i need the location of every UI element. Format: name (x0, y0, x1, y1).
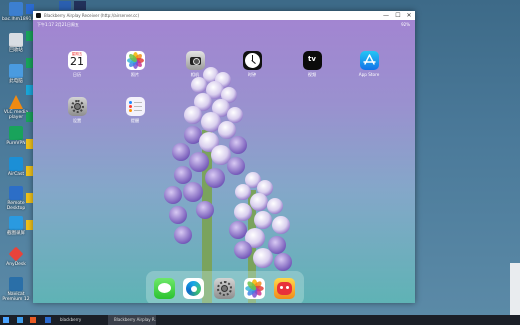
app-store-icon (359, 51, 379, 70)
edge-icon[interactable] (183, 278, 204, 299)
screen-capture-icon (9, 216, 23, 230)
app-app-store[interactable]: App Store (357, 51, 381, 77)
anydesk-icon (8, 246, 24, 262)
messages-icon[interactable] (154, 278, 175, 299)
game-app-icon[interactable] (274, 278, 295, 299)
settings-icon[interactable] (214, 278, 235, 299)
taskbar-icon[interactable] (45, 317, 51, 323)
maximize-button[interactable]: ☐ (393, 11, 403, 20)
app-photos[interactable]: 照片 (123, 51, 147, 77)
settings-icon (67, 97, 87, 116)
reminders-icon (125, 97, 145, 116)
photos-icon-shape (126, 52, 144, 69)
recycle-bin-icon (9, 33, 23, 47)
app-camera[interactable]: 相机 (183, 51, 207, 77)
airplay-receiver-window: Blackberry Airplay Receiver (http://airs… (33, 11, 415, 303)
app-store-glyph (362, 54, 376, 65)
photos-icon[interactable] (244, 278, 265, 299)
minimize-button[interactable]: — (381, 11, 391, 20)
taskbar-item-active[interactable]: Blackberry Airplay R... (108, 315, 156, 325)
taskbar-icon[interactable] (17, 317, 23, 323)
desktop-icon[interactable] (59, 1, 71, 10)
remote-desktop-icon (9, 186, 23, 200)
ipad-dock (146, 271, 304, 303)
camera-icon (185, 51, 205, 70)
close-button[interactable]: ✕ (404, 11, 414, 20)
mirrored-ipad-screen[interactable]: 下午1:17 2月21日周五 92% 星期五 21 日历 照片 相机 时钟 tv… (33, 20, 415, 303)
app-settings[interactable]: 设置 (65, 97, 89, 123)
app-calendar[interactable]: 星期五 21 日历 (65, 51, 89, 77)
app-clock[interactable]: 时钟 (240, 51, 264, 77)
app-icon (36, 13, 41, 18)
computer-icon (9, 2, 23, 16)
calendar-icon: 星期五 21 (67, 51, 87, 70)
background-window-edge (510, 263, 520, 315)
navicat-icon (9, 277, 23, 291)
purevpn-icon (9, 126, 23, 140)
vlc-icon (9, 95, 23, 109)
apple-tv-icon: tv (302, 51, 322, 70)
taskbar: blackberry Blackberry Airplay R... (0, 315, 520, 325)
aircast-icon (9, 157, 23, 171)
clock-icon (242, 51, 262, 70)
title-bar: Blackberry Airplay Receiver (http://airs… (33, 11, 415, 20)
app-tv[interactable]: tv 视频 (300, 51, 324, 77)
taskbar-item[interactable]: blackberry (60, 315, 81, 325)
start-button[interactable] (3, 317, 9, 323)
desktop-icon[interactable] (74, 1, 86, 10)
this-pc-icon (9, 64, 23, 78)
app-reminders[interactable]: 提醒 (123, 97, 147, 123)
window-title: Blackberry Airplay Receiver (http://airs… (44, 13, 140, 18)
photos-icon-shape (245, 279, 264, 298)
taskbar-icon[interactable] (30, 317, 36, 323)
photos-icon (125, 51, 145, 70)
